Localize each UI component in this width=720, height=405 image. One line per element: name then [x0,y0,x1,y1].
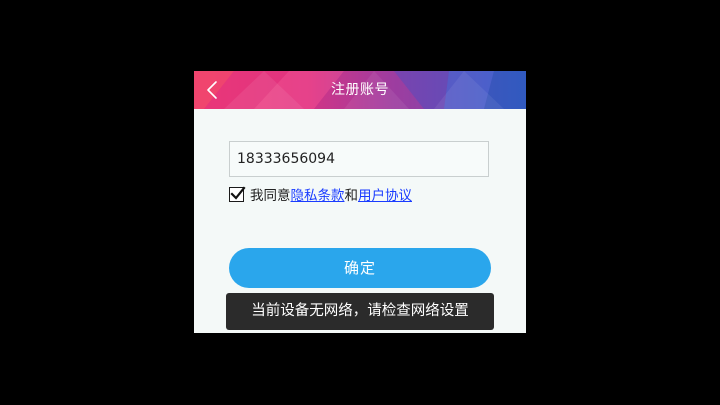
privacy-policy-link[interactable]: 隐私条款 [291,184,345,204]
checkmark-icon [230,185,246,200]
header-bar: 注册账号 [194,71,526,109]
agree-prefix-text: 我同意 [250,188,291,204]
phone-number-input[interactable] [229,141,489,177]
user-agreement-link[interactable]: 用户协议 [358,184,412,204]
confirm-button[interactable]: 确定 [229,248,491,288]
agree-checkbox[interactable] [229,185,246,202]
agree-connector-text: 和 [344,188,359,204]
page-title: 注册账号 [331,82,389,98]
agreement-row: 我同意 隐私条款和用户协议 [229,184,412,204]
network-error-toast: 当前设备无网络，请检查网络设置 [226,293,494,330]
